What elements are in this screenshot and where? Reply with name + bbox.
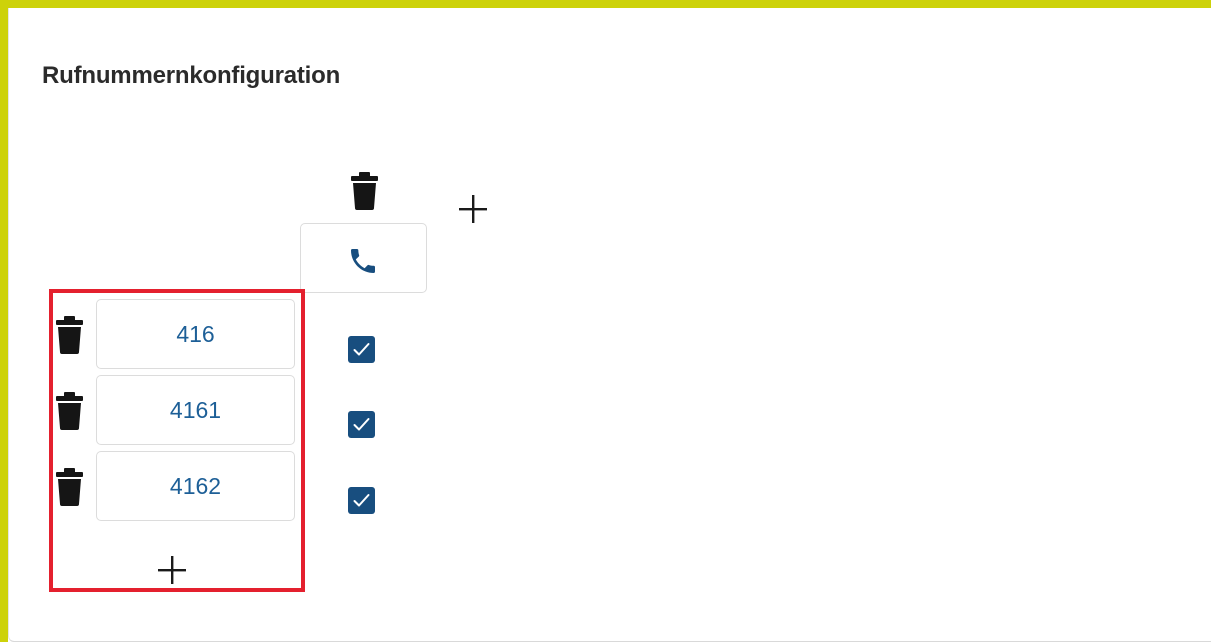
number-checkbox[interactable] [348,336,375,363]
add-column-plus-icon[interactable] [459,195,487,223]
number-checkbox[interactable] [348,487,375,514]
highlight-frame [49,289,305,592]
check-icon [353,418,370,431]
delete-column-trash-icon[interactable] [351,172,378,210]
number-checkbox[interactable] [348,411,375,438]
phone-column-header[interactable] [300,223,427,293]
check-icon [353,343,370,356]
section-title: Rufnummernkonfiguration [42,62,341,89]
phone-icon [351,249,375,273]
check-icon [353,494,370,507]
